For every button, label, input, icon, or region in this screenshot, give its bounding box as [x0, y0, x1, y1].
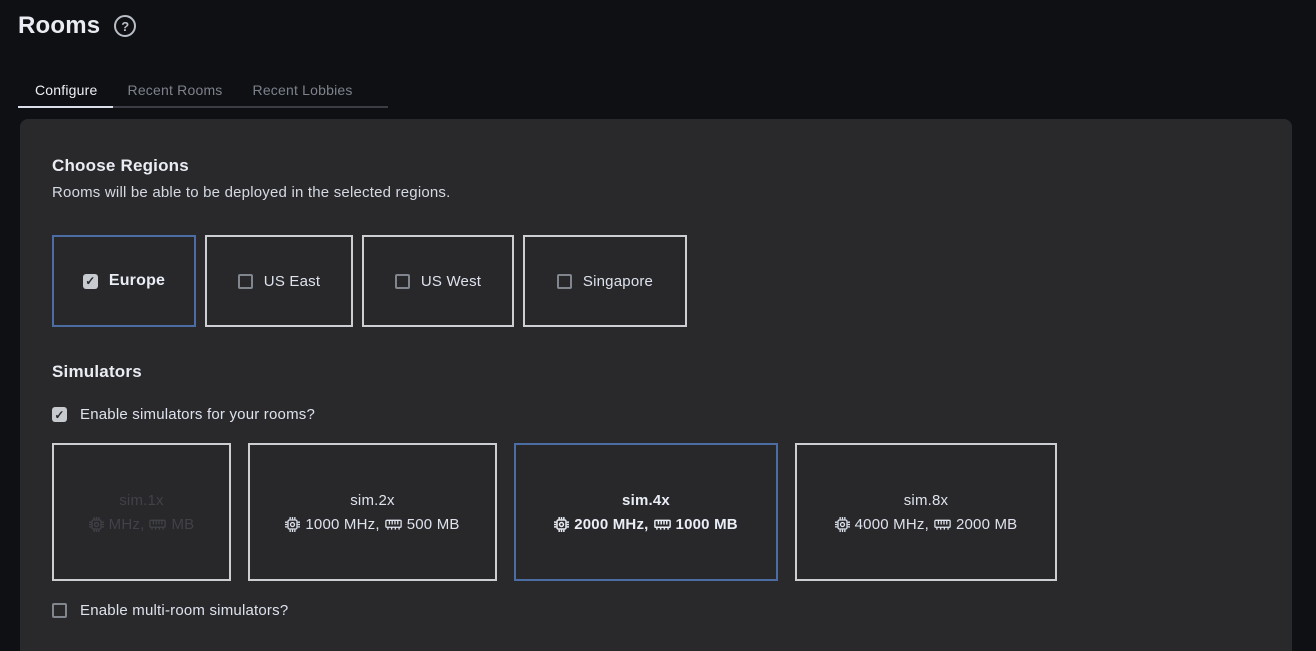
tab-label: Recent Rooms [128, 82, 223, 98]
sim-card-4x[interactable]: sim.4x 2000 MHz, 1000 MB [514, 443, 778, 581]
tab-label: Configure [35, 82, 98, 98]
simulator-options: sim.1x MHz, MB sim.2x [52, 443, 1260, 581]
help-icon[interactable]: ? [114, 15, 136, 37]
region-label: US West [421, 273, 481, 290]
enable-multi-room-checkbox[interactable]: Enable multi-room simulators? [52, 602, 1260, 619]
checkbox-unchecked-icon[interactable] [395, 274, 410, 289]
tab-label: Recent Lobbies [253, 82, 353, 98]
region-card-singapore[interactable]: Singapore [523, 235, 687, 327]
ram-icon [934, 518, 951, 531]
region-label: Singapore [583, 273, 653, 290]
sim-ram: 500 MB [407, 516, 460, 533]
sim-ram: 2000 MB [956, 516, 1017, 533]
sim-card-1x: sim.1x MHz, MB [52, 443, 231, 581]
sim-ram: MB [171, 516, 194, 533]
sim-cpu: MHz, [109, 516, 145, 533]
sim-cpu: 2000 MHz, [574, 516, 648, 533]
ram-icon [654, 518, 671, 531]
sim-card-2x[interactable]: sim.2x 1000 MHz, 500 MB [248, 443, 497, 581]
tab-bar: Configure Recent Rooms Recent Lobbies [20, 72, 1316, 108]
cpu-chip-icon [89, 517, 104, 532]
tab-recent-lobbies[interactable]: Recent Lobbies [238, 72, 368, 108]
simulators-heading: Simulators [52, 362, 1260, 382]
cpu-chip-icon [554, 517, 569, 532]
page-header: Rooms ? [0, 0, 1316, 40]
sim-ram: 1000 MB [676, 516, 738, 533]
checkbox-unchecked-icon[interactable] [52, 603, 67, 618]
checkbox-unchecked-icon[interactable] [557, 274, 572, 289]
sim-name: sim.8x [904, 492, 949, 509]
region-card-us-west[interactable]: US West [362, 235, 514, 327]
cpu-chip-icon [285, 517, 300, 532]
enable-multi-room-label: Enable multi-room simulators? [80, 602, 288, 619]
region-options: Europe US East US West Singapore [52, 235, 1260, 327]
checkbox-unchecked-icon[interactable] [238, 274, 253, 289]
enable-simulators-label: Enable simulators for your rooms? [80, 406, 315, 423]
region-label: US East [264, 273, 320, 290]
enable-simulators-checkbox[interactable]: Enable simulators for your rooms? [52, 406, 1260, 423]
cpu-chip-icon [835, 517, 850, 532]
sim-name: sim.4x [622, 492, 670, 509]
region-label: Europe [109, 272, 165, 290]
checkbox-checked-icon[interactable] [52, 407, 67, 422]
configure-panel: Choose Regions Rooms will be able to be … [20, 119, 1292, 651]
checkbox-checked-icon[interactable] [83, 274, 98, 289]
regions-heading: Choose Regions [52, 156, 1260, 176]
sim-name: sim.1x [119, 492, 164, 509]
region-card-europe[interactable]: Europe [52, 235, 196, 327]
ram-icon [149, 518, 166, 531]
tab-recent-rooms[interactable]: Recent Rooms [113, 72, 238, 108]
sim-spec: 1000 MHz, 500 MB [285, 516, 459, 533]
sim-spec: MHz, MB [89, 516, 195, 533]
page-title: Rooms [18, 12, 100, 40]
sim-spec: 4000 MHz, 2000 MB [835, 516, 1018, 533]
region-card-us-east[interactable]: US East [205, 235, 353, 327]
sim-spec: 2000 MHz, 1000 MB [554, 516, 738, 533]
sim-cpu: 1000 MHz, [305, 516, 379, 533]
regions-subtitle: Rooms will be able to be deployed in the… [52, 184, 1260, 201]
sim-card-8x[interactable]: sim.8x 4000 MHz, 2000 MB [795, 443, 1057, 581]
ram-icon [385, 518, 402, 531]
sim-name: sim.2x [350, 492, 395, 509]
sim-cpu: 4000 MHz, [855, 516, 929, 533]
tab-configure[interactable]: Configure [20, 72, 113, 108]
